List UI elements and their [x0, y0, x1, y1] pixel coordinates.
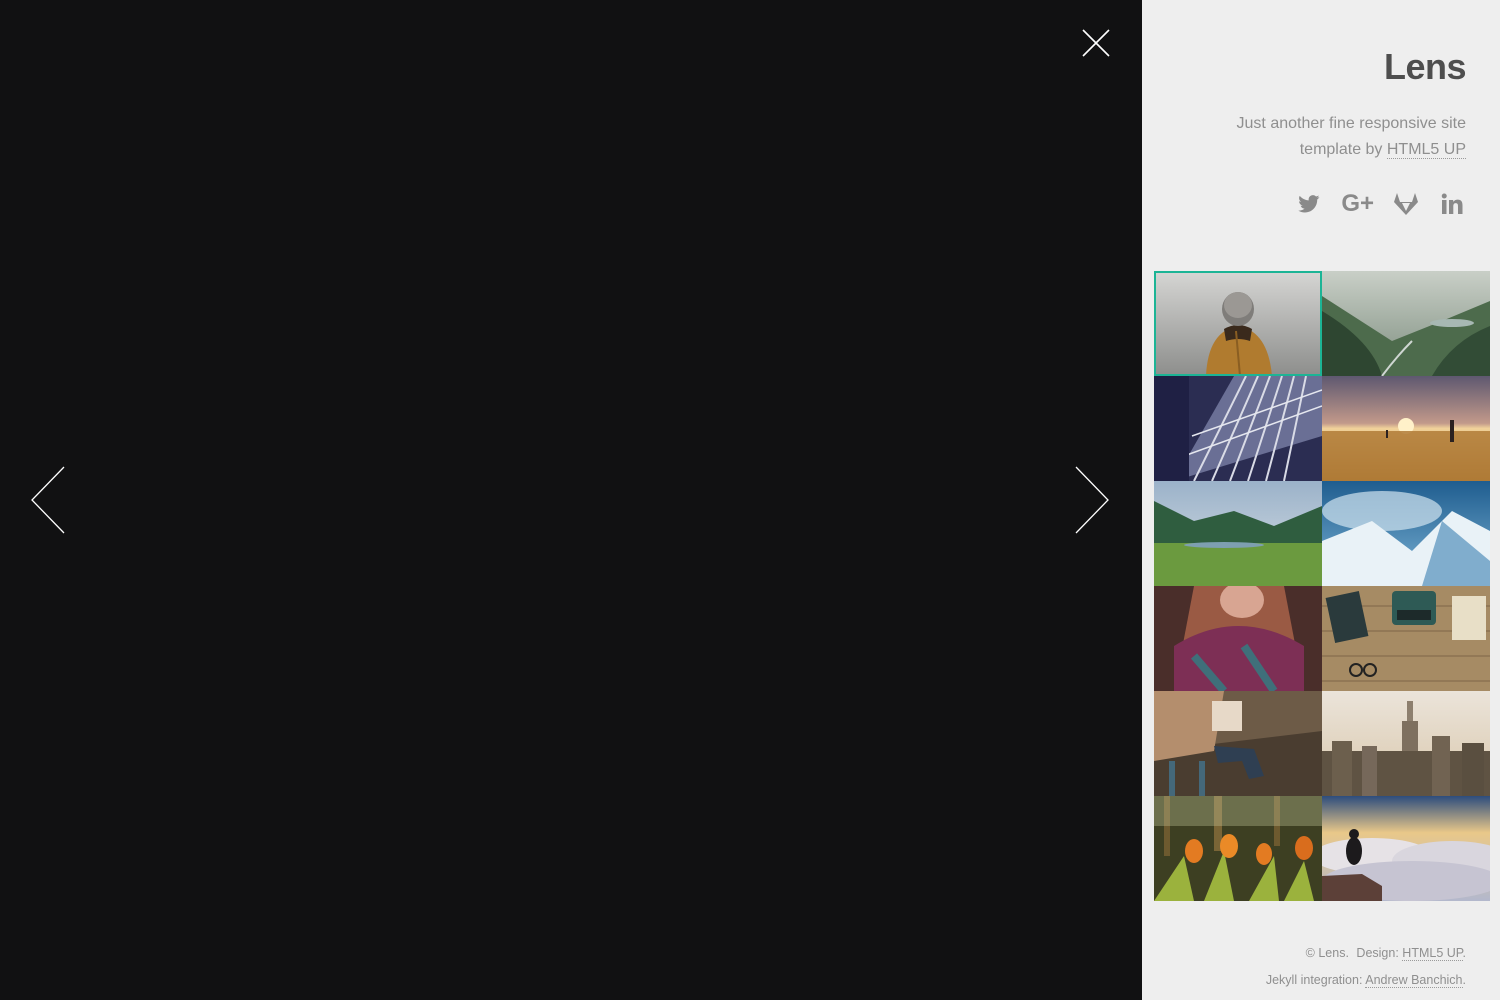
chevron-right-icon[interactable] — [1074, 465, 1110, 535]
copyright-text: © Lens. — [1305, 946, 1349, 960]
social-links: G+ — [1295, 190, 1466, 218]
thumb-city-skyline[interactable] — [1322, 691, 1490, 796]
gitlab-icon[interactable] — [1392, 190, 1420, 218]
thumb-glass-building[interactable] — [1154, 376, 1322, 481]
thumb-typewriter-desk[interactable] — [1322, 586, 1490, 691]
thumb-woman-scarf[interactable] — [1154, 586, 1322, 691]
footer-jekyll: Jekyll integration: Andrew Banchich. — [1266, 967, 1466, 994]
thumb-snow-mountain[interactable] — [1322, 481, 1490, 586]
html5up-link[interactable]: HTML5 UP — [1386, 141, 1466, 159]
twitter-icon[interactable] — [1295, 190, 1323, 218]
thumb-cloud-sea[interactable] — [1322, 796, 1490, 901]
thumb-valley[interactable] — [1322, 271, 1490, 376]
footer: © Lens. Design: HTML5 UP. Jekyll integra… — [1266, 940, 1466, 994]
thumb-green-valley[interactable] — [1154, 481, 1322, 586]
thumb-sunset-field[interactable] — [1322, 376, 1490, 481]
thumb-tulips[interactable] — [1154, 796, 1322, 901]
footer-html5up-link[interactable]: HTML5 UP — [1402, 946, 1463, 961]
chevron-left-icon[interactable] — [30, 465, 66, 535]
thumbnail-grid — [1154, 271, 1490, 901]
period-2: . — [1462, 973, 1466, 987]
sidebar: Lens Just another fine responsive site t… — [1142, 0, 1500, 1000]
andrew-banchich-link[interactable]: Andrew Banchich — [1365, 973, 1463, 988]
footer-credits: © Lens. Design: HTML5 UP. — [1266, 940, 1466, 967]
design-label: Design: — [1356, 946, 1399, 960]
google-plus-icon[interactable]: G+ — [1341, 190, 1374, 218]
image-viewer[interactable] — [0, 0, 1142, 1000]
jekyll-label: Jekyll integration: — [1265, 973, 1363, 987]
linkedin-icon[interactable] — [1438, 190, 1466, 218]
close-icon[interactable] — [1080, 27, 1112, 59]
period-1: . — [1462, 946, 1466, 960]
thumb-person-hood[interactable] — [1154, 271, 1322, 376]
tagline: Just another fine responsive site templa… — [1186, 111, 1466, 163]
thumb-person-sitting[interactable] — [1154, 691, 1322, 796]
site-title: Lens — [1383, 46, 1467, 87]
